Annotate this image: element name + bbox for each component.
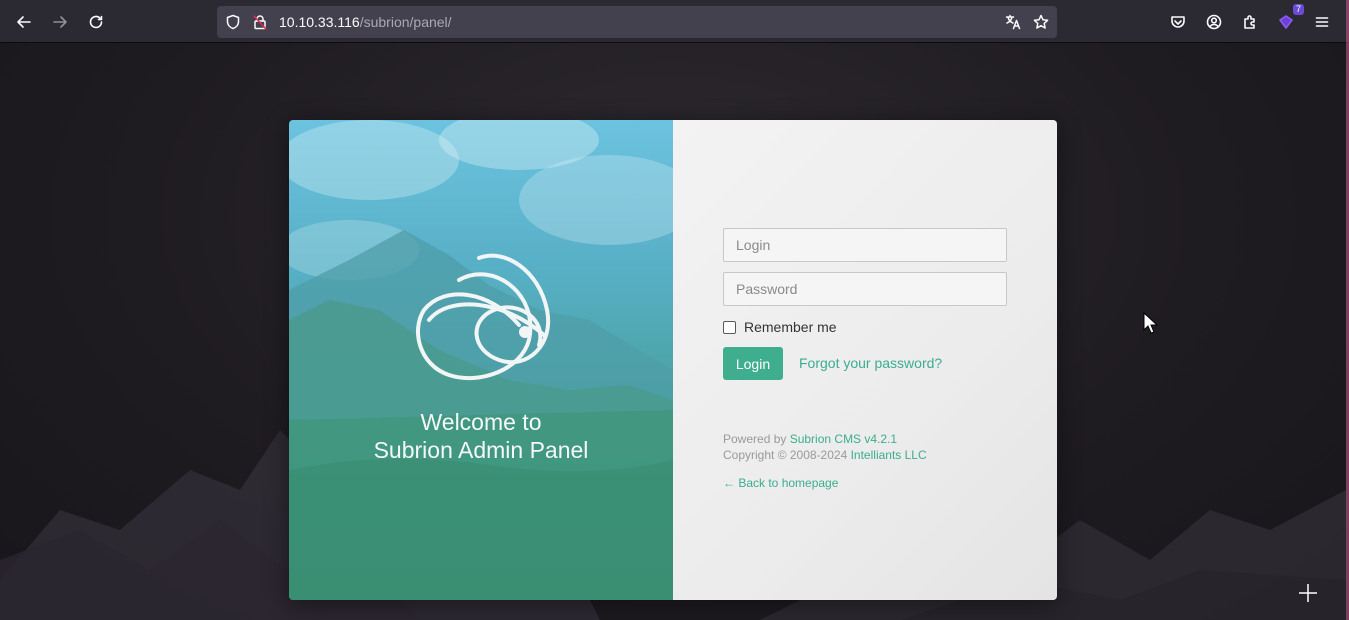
browser-toolbar: 10.10.33.116/subrion/panel/ 7 [0, 0, 1349, 43]
reload-button[interactable] [82, 8, 110, 36]
pocket-button[interactable] [1164, 8, 1192, 36]
remember-me-label[interactable]: Remember me [744, 319, 837, 335]
welcome-heading: Welcome to Subrion Admin Panel [289, 408, 673, 464]
account-button[interactable] [1200, 8, 1228, 36]
forward-icon [53, 16, 67, 28]
extensions-button[interactable] [1236, 8, 1264, 36]
login-input[interactable] [723, 228, 1007, 262]
login-button[interactable]: Login [723, 347, 783, 380]
remember-me-row[interactable]: Remember me [723, 319, 837, 335]
remember-me-checkbox[interactable] [723, 320, 736, 334]
translate-icon[interactable] [1005, 14, 1021, 30]
back-icon [17, 16, 31, 28]
copyright-prefix: Copyright © 2008-2024 [723, 448, 851, 462]
welcome-panel: Welcome to Subrion Admin Panel [289, 120, 673, 600]
insecure-lock-icon[interactable] [252, 14, 268, 30]
account-icon [1206, 14, 1222, 30]
reload-icon [89, 15, 103, 29]
url-text[interactable]: 10.10.33.116/subrion/panel/ [279, 13, 452, 31]
forward-button[interactable] [46, 8, 74, 36]
pocket-icon [1171, 16, 1185, 28]
copyright-text: Copyright © 2008-2024 Intelliants LLC [723, 447, 927, 463]
powered-by-prefix: Powered by [723, 432, 790, 446]
addon-icon [1279, 15, 1293, 29]
subrion-cms-link[interactable]: Subrion CMS v4.2.1 [790, 432, 897, 446]
shield-icon[interactable] [225, 14, 241, 30]
intelliants-link[interactable]: Intelliants LLC [851, 448, 927, 462]
password-input[interactable] [723, 272, 1007, 306]
login-form-panel: Remember me Login Forgot your password? … [673, 120, 1057, 600]
forgot-password-link[interactable]: Forgot your password? [799, 355, 942, 371]
welcome-line-1: Welcome to [420, 409, 542, 435]
back-to-homepage-link[interactable]: ← Back to homepage [723, 476, 838, 490]
url-bar[interactable]: 10.10.33.116/subrion/panel/ [217, 6, 1057, 38]
extensions-icon [1244, 15, 1255, 29]
back-button[interactable] [10, 8, 38, 36]
menu-button[interactable] [1308, 8, 1336, 36]
subrion-logo-icon [416, 253, 551, 381]
welcome-line-2: Subrion Admin Panel [373, 437, 589, 463]
powered-by-text: Powered by Subrion CMS v4.2.1 [723, 431, 897, 447]
addon-button[interactable]: 7 [1272, 4, 1304, 36]
addon-badge: 7 [1292, 4, 1304, 15]
crosshair-icon [1299, 584, 1317, 602]
url-path: /subrion/panel/ [359, 14, 452, 30]
bookmark-star-icon[interactable] [1033, 14, 1049, 30]
mouse-pointer-icon [1143, 312, 1159, 334]
menu-icon [1315, 17, 1329, 27]
login-card: Welcome to Subrion Admin Panel Remember … [289, 120, 1057, 600]
url-host: 10.10.33.116 [279, 14, 360, 30]
